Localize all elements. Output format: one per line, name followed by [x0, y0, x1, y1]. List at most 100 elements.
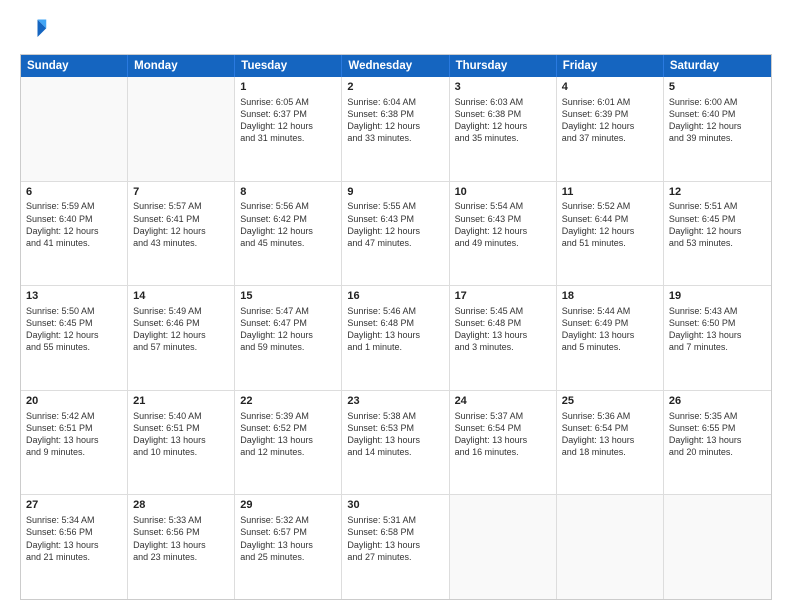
calendar-cell: 19Sunrise: 5:43 AM Sunset: 6:50 PM Dayli…	[664, 286, 771, 390]
calendar-header-cell: Monday	[128, 55, 235, 77]
cell-text: Sunrise: 5:35 AM Sunset: 6:55 PM Dayligh…	[669, 410, 766, 459]
calendar-cell: 13Sunrise: 5:50 AM Sunset: 6:45 PM Dayli…	[21, 286, 128, 390]
cell-text: Sunrise: 5:43 AM Sunset: 6:50 PM Dayligh…	[669, 305, 766, 354]
calendar-header-cell: Sunday	[21, 55, 128, 77]
cell-text: Sunrise: 5:31 AM Sunset: 6:58 PM Dayligh…	[347, 514, 443, 563]
calendar-header: SundayMondayTuesdayWednesdayThursdayFrid…	[21, 55, 771, 77]
day-number: 13	[26, 289, 122, 304]
day-number: 8	[240, 185, 336, 200]
day-number: 9	[347, 185, 443, 200]
cell-text: Sunrise: 5:37 AM Sunset: 6:54 PM Dayligh…	[455, 410, 551, 459]
cell-text: Sunrise: 6:05 AM Sunset: 6:37 PM Dayligh…	[240, 96, 336, 145]
calendar-cell: 15Sunrise: 5:47 AM Sunset: 6:47 PM Dayli…	[235, 286, 342, 390]
calendar-cell: 21Sunrise: 5:40 AM Sunset: 6:51 PM Dayli…	[128, 391, 235, 495]
day-number: 16	[347, 289, 443, 304]
calendar-cell: 2Sunrise: 6:04 AM Sunset: 6:38 PM Daylig…	[342, 77, 449, 181]
cell-text: Sunrise: 5:45 AM Sunset: 6:48 PM Dayligh…	[455, 305, 551, 354]
logo	[20, 16, 52, 44]
calendar-row: 6Sunrise: 5:59 AM Sunset: 6:40 PM Daylig…	[21, 182, 771, 287]
calendar-cell: 1Sunrise: 6:05 AM Sunset: 6:37 PM Daylig…	[235, 77, 342, 181]
calendar-row: 1Sunrise: 6:05 AM Sunset: 6:37 PM Daylig…	[21, 77, 771, 182]
calendar: SundayMondayTuesdayWednesdayThursdayFrid…	[20, 54, 772, 600]
day-number: 5	[669, 80, 766, 95]
calendar-header-cell: Tuesday	[235, 55, 342, 77]
day-number: 11	[562, 185, 658, 200]
calendar-row: 13Sunrise: 5:50 AM Sunset: 6:45 PM Dayli…	[21, 286, 771, 391]
day-number: 25	[562, 394, 658, 409]
cell-text: Sunrise: 5:57 AM Sunset: 6:41 PM Dayligh…	[133, 200, 229, 249]
day-number: 24	[455, 394, 551, 409]
day-number: 26	[669, 394, 766, 409]
calendar-cell: 6Sunrise: 5:59 AM Sunset: 6:40 PM Daylig…	[21, 182, 128, 286]
day-number: 27	[26, 498, 122, 513]
calendar-cell: 30Sunrise: 5:31 AM Sunset: 6:58 PM Dayli…	[342, 495, 449, 599]
cell-text: Sunrise: 5:52 AM Sunset: 6:44 PM Dayligh…	[562, 200, 658, 249]
calendar-cell: 22Sunrise: 5:39 AM Sunset: 6:52 PM Dayli…	[235, 391, 342, 495]
cell-text: Sunrise: 5:38 AM Sunset: 6:53 PM Dayligh…	[347, 410, 443, 459]
cell-text: Sunrise: 5:50 AM Sunset: 6:45 PM Dayligh…	[26, 305, 122, 354]
calendar-cell: 3Sunrise: 6:03 AM Sunset: 6:38 PM Daylig…	[450, 77, 557, 181]
calendar-cell: 27Sunrise: 5:34 AM Sunset: 6:56 PM Dayli…	[21, 495, 128, 599]
calendar-header-cell: Wednesday	[342, 55, 449, 77]
calendar-cell	[21, 77, 128, 181]
day-number: 22	[240, 394, 336, 409]
calendar-cell: 29Sunrise: 5:32 AM Sunset: 6:57 PM Dayli…	[235, 495, 342, 599]
cell-text: Sunrise: 5:39 AM Sunset: 6:52 PM Dayligh…	[240, 410, 336, 459]
cell-text: Sunrise: 5:40 AM Sunset: 6:51 PM Dayligh…	[133, 410, 229, 459]
day-number: 7	[133, 185, 229, 200]
calendar-cell: 11Sunrise: 5:52 AM Sunset: 6:44 PM Dayli…	[557, 182, 664, 286]
calendar-row: 27Sunrise: 5:34 AM Sunset: 6:56 PM Dayli…	[21, 495, 771, 599]
calendar-cell: 28Sunrise: 5:33 AM Sunset: 6:56 PM Dayli…	[128, 495, 235, 599]
day-number: 21	[133, 394, 229, 409]
calendar-cell	[128, 77, 235, 181]
day-number: 15	[240, 289, 336, 304]
cell-text: Sunrise: 6:00 AM Sunset: 6:40 PM Dayligh…	[669, 96, 766, 145]
calendar-cell: 10Sunrise: 5:54 AM Sunset: 6:43 PM Dayli…	[450, 182, 557, 286]
day-number: 10	[455, 185, 551, 200]
cell-text: Sunrise: 6:04 AM Sunset: 6:38 PM Dayligh…	[347, 96, 443, 145]
day-number: 14	[133, 289, 229, 304]
calendar-cell	[664, 495, 771, 599]
calendar-cell: 5Sunrise: 6:00 AM Sunset: 6:40 PM Daylig…	[664, 77, 771, 181]
calendar-cell: 24Sunrise: 5:37 AM Sunset: 6:54 PM Dayli…	[450, 391, 557, 495]
day-number: 18	[562, 289, 658, 304]
logo-icon	[20, 16, 48, 44]
calendar-row: 20Sunrise: 5:42 AM Sunset: 6:51 PM Dayli…	[21, 391, 771, 496]
day-number: 6	[26, 185, 122, 200]
calendar-cell: 12Sunrise: 5:51 AM Sunset: 6:45 PM Dayli…	[664, 182, 771, 286]
calendar-cell: 25Sunrise: 5:36 AM Sunset: 6:54 PM Dayli…	[557, 391, 664, 495]
day-number: 12	[669, 185, 766, 200]
cell-text: Sunrise: 5:36 AM Sunset: 6:54 PM Dayligh…	[562, 410, 658, 459]
calendar-cell: 14Sunrise: 5:49 AM Sunset: 6:46 PM Dayli…	[128, 286, 235, 390]
calendar-cell: 26Sunrise: 5:35 AM Sunset: 6:55 PM Dayli…	[664, 391, 771, 495]
cell-text: Sunrise: 5:59 AM Sunset: 6:40 PM Dayligh…	[26, 200, 122, 249]
day-number: 30	[347, 498, 443, 513]
cell-text: Sunrise: 5:33 AM Sunset: 6:56 PM Dayligh…	[133, 514, 229, 563]
day-number: 20	[26, 394, 122, 409]
day-number: 2	[347, 80, 443, 95]
cell-text: Sunrise: 5:46 AM Sunset: 6:48 PM Dayligh…	[347, 305, 443, 354]
calendar-cell: 17Sunrise: 5:45 AM Sunset: 6:48 PM Dayli…	[450, 286, 557, 390]
cell-text: Sunrise: 5:42 AM Sunset: 6:51 PM Dayligh…	[26, 410, 122, 459]
day-number: 23	[347, 394, 443, 409]
cell-text: Sunrise: 5:51 AM Sunset: 6:45 PM Dayligh…	[669, 200, 766, 249]
page: SundayMondayTuesdayWednesdayThursdayFrid…	[0, 0, 792, 612]
day-number: 17	[455, 289, 551, 304]
cell-text: Sunrise: 6:01 AM Sunset: 6:39 PM Dayligh…	[562, 96, 658, 145]
header	[20, 16, 772, 44]
calendar-cell: 23Sunrise: 5:38 AM Sunset: 6:53 PM Dayli…	[342, 391, 449, 495]
calendar-cell: 9Sunrise: 5:55 AM Sunset: 6:43 PM Daylig…	[342, 182, 449, 286]
calendar-cell	[557, 495, 664, 599]
cell-text: Sunrise: 5:47 AM Sunset: 6:47 PM Dayligh…	[240, 305, 336, 354]
cell-text: Sunrise: 5:32 AM Sunset: 6:57 PM Dayligh…	[240, 514, 336, 563]
calendar-header-cell: Saturday	[664, 55, 771, 77]
day-number: 28	[133, 498, 229, 513]
day-number: 4	[562, 80, 658, 95]
day-number: 19	[669, 289, 766, 304]
calendar-cell: 18Sunrise: 5:44 AM Sunset: 6:49 PM Dayli…	[557, 286, 664, 390]
cell-text: Sunrise: 5:49 AM Sunset: 6:46 PM Dayligh…	[133, 305, 229, 354]
cell-text: Sunrise: 5:44 AM Sunset: 6:49 PM Dayligh…	[562, 305, 658, 354]
calendar-header-cell: Friday	[557, 55, 664, 77]
calendar-cell: 16Sunrise: 5:46 AM Sunset: 6:48 PM Dayli…	[342, 286, 449, 390]
calendar-cell	[450, 495, 557, 599]
